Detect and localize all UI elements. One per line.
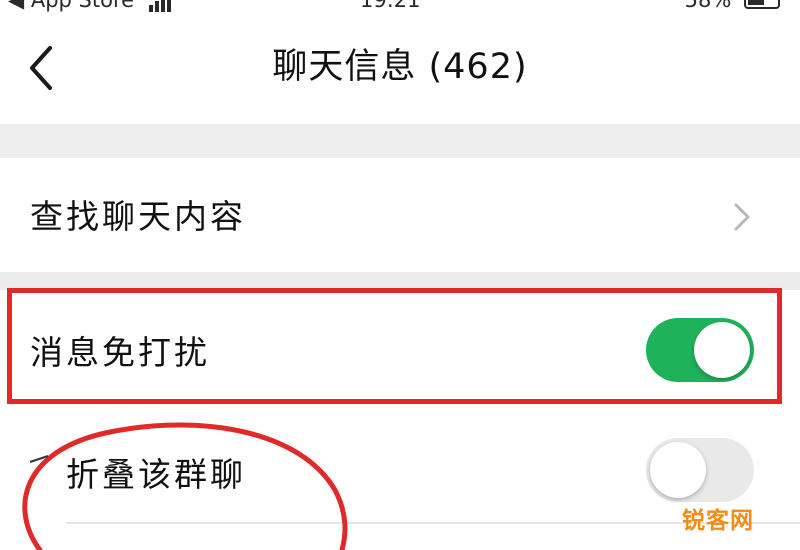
mute-notifications-toggle[interactable] <box>646 318 754 382</box>
mute-notifications-label: 消息免打扰 <box>30 333 210 372</box>
status-battery: 58% <box>685 0 780 12</box>
battery-icon <box>744 0 780 9</box>
signal-icon <box>148 0 173 12</box>
mute-notifications-row: 消息免打扰 <box>0 290 800 410</box>
status-bar: ◀ App Store 19:21 58% <box>0 0 800 12</box>
watermark: 锐客网 <box>682 508 754 534</box>
fold-group-chat-toggle[interactable] <box>646 438 754 502</box>
fold-group-chat-row: 折叠该群聊 <box>0 410 800 550</box>
status-time: 19:21 <box>360 0 421 12</box>
search-chat-content-label: 查找聊天内容 <box>30 197 246 236</box>
toggle-knob <box>650 442 706 498</box>
battery-percent: 58% <box>684 0 732 12</box>
chevron-right-icon <box>734 203 750 231</box>
carrier-label: ◀ App Store <box>8 0 135 12</box>
nav-bar: 聊天信息 (462) <box>0 12 800 124</box>
section-divider <box>0 272 800 290</box>
status-carrier[interactable]: ◀ App Store <box>8 0 173 12</box>
toggle-knob <box>694 322 750 378</box>
page-title: 聊天信息 (462) <box>272 47 528 87</box>
section-divider <box>0 124 800 158</box>
search-chat-content-row[interactable]: 查找聊天内容 <box>0 158 800 272</box>
fold-group-chat-label: 折叠该群聊 <box>66 455 246 494</box>
